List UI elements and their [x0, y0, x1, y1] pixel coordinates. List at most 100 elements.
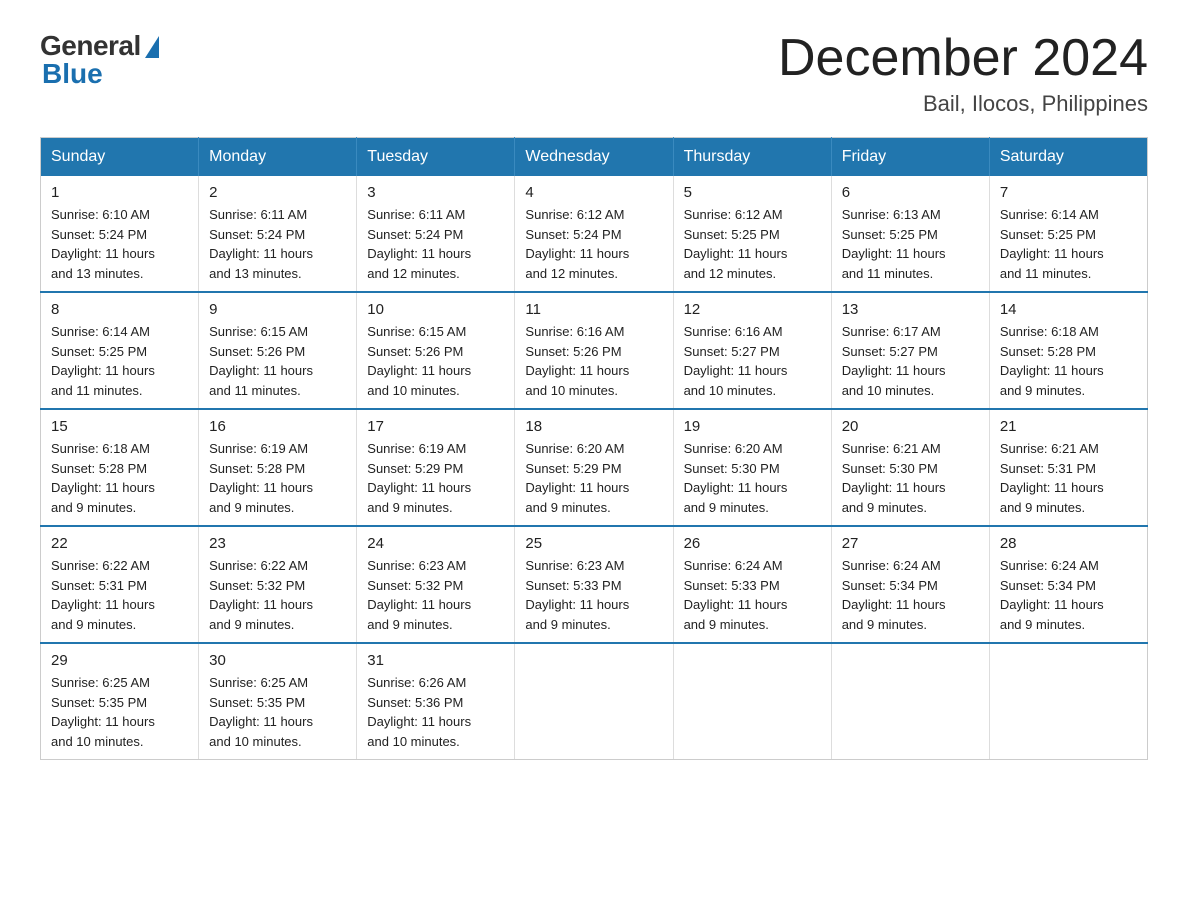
day-number: 29: [51, 652, 188, 669]
day-info: Sunrise: 6:15 AM Sunset: 5:26 PM Dayligh…: [209, 322, 346, 400]
header-tuesday: Tuesday: [357, 138, 515, 177]
calendar-cell: 26 Sunrise: 6:24 AM Sunset: 5:33 PM Dayl…: [673, 526, 831, 643]
calendar-cell: 24 Sunrise: 6:23 AM Sunset: 5:32 PM Dayl…: [357, 526, 515, 643]
day-info: Sunrise: 6:23 AM Sunset: 5:32 PM Dayligh…: [367, 556, 504, 634]
day-number: 6: [842, 184, 979, 201]
day-number: 9: [209, 301, 346, 318]
day-info: Sunrise: 6:19 AM Sunset: 5:29 PM Dayligh…: [367, 439, 504, 517]
day-number: 8: [51, 301, 188, 318]
calendar-cell: 12 Sunrise: 6:16 AM Sunset: 5:27 PM Dayl…: [673, 292, 831, 409]
day-number: 23: [209, 535, 346, 552]
calendar-cell: 25 Sunrise: 6:23 AM Sunset: 5:33 PM Dayl…: [515, 526, 673, 643]
calendar-cell: [515, 643, 673, 760]
calendar-cell: 6 Sunrise: 6:13 AM Sunset: 5:25 PM Dayli…: [831, 176, 989, 292]
day-number: 30: [209, 652, 346, 669]
day-number: 27: [842, 535, 979, 552]
day-info: Sunrise: 6:23 AM Sunset: 5:33 PM Dayligh…: [525, 556, 662, 634]
day-number: 25: [525, 535, 662, 552]
week-row-5: 29 Sunrise: 6:25 AM Sunset: 5:35 PM Dayl…: [41, 643, 1148, 760]
calendar-cell: 2 Sunrise: 6:11 AM Sunset: 5:24 PM Dayli…: [199, 176, 357, 292]
day-number: 10: [367, 301, 504, 318]
day-info: Sunrise: 6:15 AM Sunset: 5:26 PM Dayligh…: [367, 322, 504, 400]
day-info: Sunrise: 6:20 AM Sunset: 5:29 PM Dayligh…: [525, 439, 662, 517]
day-number: 2: [209, 184, 346, 201]
day-info: Sunrise: 6:21 AM Sunset: 5:30 PM Dayligh…: [842, 439, 979, 517]
week-row-2: 8 Sunrise: 6:14 AM Sunset: 5:25 PM Dayli…: [41, 292, 1148, 409]
calendar-cell: 31 Sunrise: 6:26 AM Sunset: 5:36 PM Dayl…: [357, 643, 515, 760]
day-number: 15: [51, 418, 188, 435]
day-info: Sunrise: 6:22 AM Sunset: 5:31 PM Dayligh…: [51, 556, 188, 634]
calendar-cell: 20 Sunrise: 6:21 AM Sunset: 5:30 PM Dayl…: [831, 409, 989, 526]
calendar-cell: [673, 643, 831, 760]
day-number: 4: [525, 184, 662, 201]
week-row-3: 15 Sunrise: 6:18 AM Sunset: 5:28 PM Dayl…: [41, 409, 1148, 526]
calendar-cell: 7 Sunrise: 6:14 AM Sunset: 5:25 PM Dayli…: [989, 176, 1147, 292]
day-number: 17: [367, 418, 504, 435]
day-number: 7: [1000, 184, 1137, 201]
day-number: 12: [684, 301, 821, 318]
day-info: Sunrise: 6:18 AM Sunset: 5:28 PM Dayligh…: [1000, 322, 1137, 400]
day-info: Sunrise: 6:13 AM Sunset: 5:25 PM Dayligh…: [842, 205, 979, 283]
day-info: Sunrise: 6:10 AM Sunset: 5:24 PM Dayligh…: [51, 205, 188, 283]
calendar-cell: 3 Sunrise: 6:11 AM Sunset: 5:24 PM Dayli…: [357, 176, 515, 292]
day-info: Sunrise: 6:24 AM Sunset: 5:33 PM Dayligh…: [684, 556, 821, 634]
day-number: 24: [367, 535, 504, 552]
calendar-cell: 11 Sunrise: 6:16 AM Sunset: 5:26 PM Dayl…: [515, 292, 673, 409]
week-row-1: 1 Sunrise: 6:10 AM Sunset: 5:24 PM Dayli…: [41, 176, 1148, 292]
calendar-cell: 10 Sunrise: 6:15 AM Sunset: 5:26 PM Dayl…: [357, 292, 515, 409]
day-info: Sunrise: 6:25 AM Sunset: 5:35 PM Dayligh…: [209, 673, 346, 751]
day-number: 14: [1000, 301, 1137, 318]
day-info: Sunrise: 6:25 AM Sunset: 5:35 PM Dayligh…: [51, 673, 188, 751]
day-info: Sunrise: 6:24 AM Sunset: 5:34 PM Dayligh…: [842, 556, 979, 634]
month-title: December 2024: [778, 30, 1148, 87]
calendar-cell: 30 Sunrise: 6:25 AM Sunset: 5:35 PM Dayl…: [199, 643, 357, 760]
day-info: Sunrise: 6:14 AM Sunset: 5:25 PM Dayligh…: [1000, 205, 1137, 283]
day-number: 18: [525, 418, 662, 435]
calendar-cell: 8 Sunrise: 6:14 AM Sunset: 5:25 PM Dayli…: [41, 292, 199, 409]
day-info: Sunrise: 6:11 AM Sunset: 5:24 PM Dayligh…: [209, 205, 346, 283]
week-row-4: 22 Sunrise: 6:22 AM Sunset: 5:31 PM Dayl…: [41, 526, 1148, 643]
location: Bail, Ilocos, Philippines: [778, 91, 1148, 117]
day-info: Sunrise: 6:26 AM Sunset: 5:36 PM Dayligh…: [367, 673, 504, 751]
header-friday: Friday: [831, 138, 989, 177]
header-thursday: Thursday: [673, 138, 831, 177]
calendar-cell: 27 Sunrise: 6:24 AM Sunset: 5:34 PM Dayl…: [831, 526, 989, 643]
logo-blue-text: Blue: [40, 58, 103, 90]
day-info: Sunrise: 6:21 AM Sunset: 5:31 PM Dayligh…: [1000, 439, 1137, 517]
calendar-cell: 16 Sunrise: 6:19 AM Sunset: 5:28 PM Dayl…: [199, 409, 357, 526]
calendar-cell: 23 Sunrise: 6:22 AM Sunset: 5:32 PM Dayl…: [199, 526, 357, 643]
day-info: Sunrise: 6:14 AM Sunset: 5:25 PM Dayligh…: [51, 322, 188, 400]
day-info: Sunrise: 6:17 AM Sunset: 5:27 PM Dayligh…: [842, 322, 979, 400]
calendar-cell: 29 Sunrise: 6:25 AM Sunset: 5:35 PM Dayl…: [41, 643, 199, 760]
header-right: December 2024 Bail, Ilocos, Philippines: [778, 30, 1148, 117]
calendar-cell: 21 Sunrise: 6:21 AM Sunset: 5:31 PM Dayl…: [989, 409, 1147, 526]
day-number: 21: [1000, 418, 1137, 435]
calendar-cell: 22 Sunrise: 6:22 AM Sunset: 5:31 PM Dayl…: [41, 526, 199, 643]
day-info: Sunrise: 6:24 AM Sunset: 5:34 PM Dayligh…: [1000, 556, 1137, 634]
header-wednesday: Wednesday: [515, 138, 673, 177]
calendar-cell: 15 Sunrise: 6:18 AM Sunset: 5:28 PM Dayl…: [41, 409, 199, 526]
day-number: 13: [842, 301, 979, 318]
calendar-cell: 14 Sunrise: 6:18 AM Sunset: 5:28 PM Dayl…: [989, 292, 1147, 409]
header-saturday: Saturday: [989, 138, 1147, 177]
calendar-cell: 19 Sunrise: 6:20 AM Sunset: 5:30 PM Dayl…: [673, 409, 831, 526]
logo-triangle-icon: [145, 36, 159, 58]
day-info: Sunrise: 6:11 AM Sunset: 5:24 PM Dayligh…: [367, 205, 504, 283]
day-number: 19: [684, 418, 821, 435]
day-number: 3: [367, 184, 504, 201]
day-number: 31: [367, 652, 504, 669]
calendar-cell: 5 Sunrise: 6:12 AM Sunset: 5:25 PM Dayli…: [673, 176, 831, 292]
day-info: Sunrise: 6:22 AM Sunset: 5:32 PM Dayligh…: [209, 556, 346, 634]
day-info: Sunrise: 6:18 AM Sunset: 5:28 PM Dayligh…: [51, 439, 188, 517]
page-header: General Blue December 2024 Bail, Ilocos,…: [40, 30, 1148, 117]
calendar-cell: [831, 643, 989, 760]
calendar-cell: 28 Sunrise: 6:24 AM Sunset: 5:34 PM Dayl…: [989, 526, 1147, 643]
day-number: 20: [842, 418, 979, 435]
calendar-header-row: SundayMondayTuesdayWednesdayThursdayFrid…: [41, 138, 1148, 177]
calendar-cell: 4 Sunrise: 6:12 AM Sunset: 5:24 PM Dayli…: [515, 176, 673, 292]
calendar-cell: [989, 643, 1147, 760]
header-sunday: Sunday: [41, 138, 199, 177]
calendar-table: SundayMondayTuesdayWednesdayThursdayFrid…: [40, 137, 1148, 760]
day-info: Sunrise: 6:16 AM Sunset: 5:26 PM Dayligh…: [525, 322, 662, 400]
calendar-cell: 18 Sunrise: 6:20 AM Sunset: 5:29 PM Dayl…: [515, 409, 673, 526]
